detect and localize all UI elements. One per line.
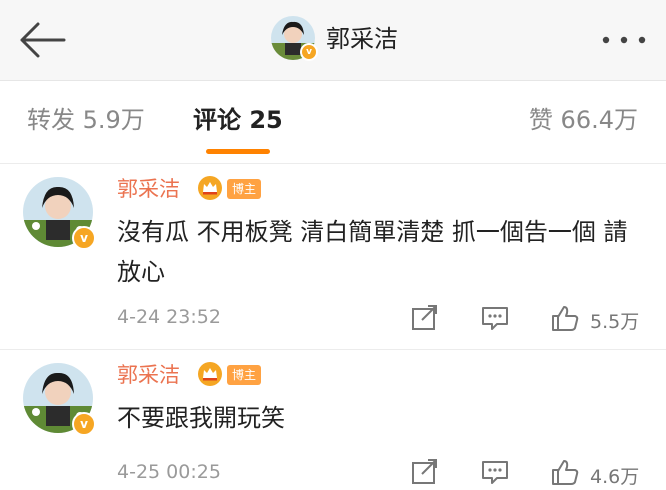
crown-icon [197, 361, 223, 387]
comment-time: 4-24 23:52 [117, 306, 221, 328]
crown-icon [197, 175, 223, 201]
header-avatar[interactable]: v [270, 15, 318, 61]
comment-text: 不要跟我開玩笑 [117, 404, 285, 432]
tab-comment[interactable]: 评论 25 [193, 103, 283, 137]
verified-icon: v [72, 226, 96, 250]
active-tab-indicator [206, 149, 270, 154]
comment-item: v 郭采洁 博主 不要跟我開玩笑 4-25 00:25 4.6万 [0, 350, 666, 490]
thumbs-up-icon[interactable] [550, 304, 580, 332]
top-bar: v 郭采洁 [0, 0, 666, 81]
author-badge: 博主 [227, 179, 262, 199]
back-arrow-icon[interactable] [14, 20, 70, 60]
reply-icon[interactable] [480, 304, 510, 332]
tab-repost[interactable]: 转发 5.9万 [27, 103, 145, 137]
author-badge: 博主 [227, 365, 262, 385]
reply-icon[interactable] [480, 458, 510, 486]
username[interactable]: 郭采洁 [117, 174, 180, 204]
avatar[interactable]: v [22, 176, 96, 250]
tab-bar: 转发 5.9万 评论 25 赞 66.4万 [0, 81, 666, 164]
verified-icon: v [72, 412, 96, 436]
share-icon[interactable] [410, 304, 440, 332]
thumbs-up-icon[interactable] [550, 458, 580, 486]
share-icon[interactable] [410, 458, 440, 486]
comment-text: 沒有瓜 不用板凳 清白簡單清楚 抓一個告一個 請放心 [117, 218, 628, 286]
page-title: 郭采洁 [326, 25, 398, 53]
verified-icon: v [300, 43, 318, 61]
username[interactable]: 郭采洁 [117, 360, 180, 390]
comment-item: v 郭采洁 博主 沒有瓜 不用板凳 清白簡單清楚 抓一個告一個 請放心 4-24… [0, 164, 666, 350]
more-dots-icon[interactable] [596, 30, 652, 50]
like-count[interactable]: 5.5万 [590, 307, 639, 334]
like-count[interactable]: 4.6万 [590, 462, 639, 489]
comment-time: 4-25 00:25 [117, 461, 221, 483]
tab-like[interactable]: 赞 66.4万 [529, 103, 638, 137]
avatar[interactable]: v [22, 362, 96, 436]
